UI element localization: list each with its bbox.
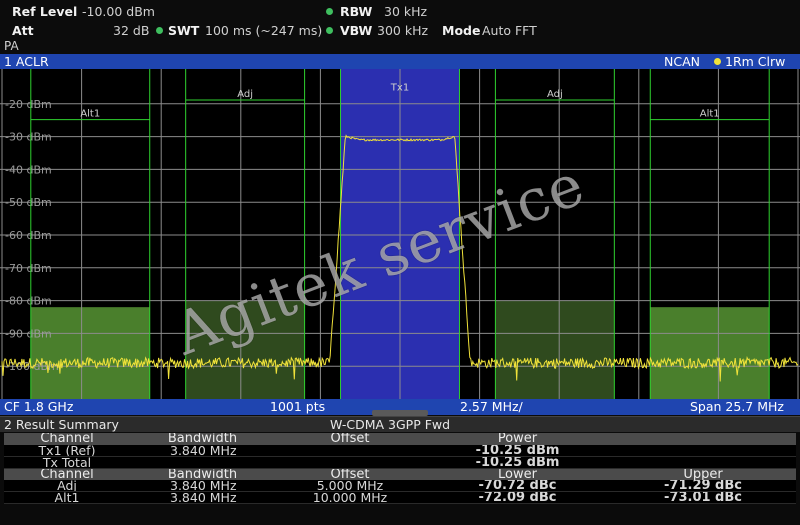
rbw-label[interactable]: RBW: [340, 4, 372, 19]
offset-cell: 5.000 MHz: [275, 479, 425, 492]
offset-cell: [275, 444, 425, 457]
span-value[interactable]: Span 25.7 MHz: [690, 399, 784, 414]
sweep-points[interactable]: 1001 pts: [270, 399, 325, 414]
channel-label: Alt1: [80, 109, 100, 120]
mode-value[interactable]: Auto FFT: [482, 23, 537, 38]
empty-cell: [610, 456, 796, 469]
upper-aclr-cell: -73.01 dBc: [610, 491, 796, 504]
window-2-titlebar[interactable]: 2 Result Summary W-CDMA 3GPP Fwd: [0, 416, 800, 432]
mode-label[interactable]: Mode: [442, 23, 480, 38]
table-row: Tx1 (Ref) 3.840 MHz -10.25 dBm: [4, 444, 796, 457]
adj-channel-band: [495, 300, 615, 400]
vbw-status-icon: [326, 27, 333, 34]
channel-label: Alt1: [700, 109, 720, 120]
swt-label[interactable]: SWT: [168, 23, 199, 38]
frequency-per-division: 2.57 MHz/: [460, 399, 523, 414]
y-tick-label: -90 dBm: [5, 327, 52, 340]
att-value[interactable]: 32 dB: [113, 23, 149, 38]
column-header: Offset: [275, 433, 425, 445]
swt-status-icon: [156, 27, 163, 34]
empty-cell: [610, 444, 796, 457]
trace-mode-label[interactable]: 1Rm Clrw: [725, 54, 785, 69]
channel-cell: Tx1 (Ref): [4, 444, 130, 457]
upper-aclr-cell: -71.29 dBc: [610, 479, 796, 492]
channel-label: Adj: [547, 89, 563, 100]
bandwidth-cell: [130, 456, 275, 469]
channel-cell: Alt1: [4, 491, 130, 504]
channel-cell: Adj: [4, 479, 130, 492]
standard-name: W-CDMA 3GPP Fwd: [330, 417, 451, 432]
window-2-title: 2 Result Summary: [4, 417, 119, 432]
channel-label: Tx1: [390, 82, 409, 93]
offset-cell: 10.000 MHz: [275, 491, 425, 504]
column-header: [610, 433, 796, 445]
table-row: Tx Total -10.25 dBm: [4, 456, 796, 469]
window-1-titlebar[interactable]: 1 ACLR NCAN 1Rm Clrw: [0, 54, 800, 69]
column-header: Channel: [4, 468, 130, 480]
ncan-label: NCAN: [664, 54, 700, 69]
rbw-value[interactable]: 30 kHz: [384, 4, 427, 19]
y-tick-label: -70 dBm: [5, 262, 52, 275]
y-tick-label: -60 dBm: [5, 229, 52, 242]
bandwidth-cell: 3.840 MHz: [130, 444, 275, 457]
table-row: Adj 3.840 MHz 5.000 MHz -70.72 dBc -71.2…: [4, 479, 796, 492]
center-frequency[interactable]: CF 1.8 GHz: [4, 399, 73, 414]
ref-level-value[interactable]: -10.00 dBm: [82, 4, 155, 19]
vbw-value[interactable]: 300 kHz: [377, 23, 428, 38]
channel-cell: Tx Total: [4, 456, 130, 469]
alt-channel-band: [650, 307, 770, 400]
offset-cell: [275, 456, 425, 469]
y-tick-label: -30 dBm: [5, 131, 52, 144]
y-tick-label: -80 dBm: [5, 295, 52, 308]
swt-value[interactable]: 100 ms (~247 ms): [205, 23, 322, 38]
lower-aclr-cell: -70.72 dBc: [425, 479, 610, 492]
column-header: Bandwidth: [130, 433, 275, 445]
y-tick-label: -40 dBm: [5, 163, 52, 176]
window-1-title: 1 ACLR: [4, 54, 49, 69]
table-row: Alt1 3.840 MHz 10.000 MHz -72.09 dBc -73…: [4, 491, 796, 504]
power-cell: -10.25 dBm: [425, 456, 610, 469]
alt-channel-band: [30, 307, 150, 400]
ref-level-label[interactable]: Ref Level: [12, 4, 77, 19]
lower-aclr-cell: -72.09 dBc: [425, 491, 610, 504]
y-tick-label: -20 dBm: [5, 98, 52, 111]
column-header: Channel: [4, 433, 130, 445]
att-label[interactable]: Att: [12, 23, 34, 38]
trace-1-indicator-icon: [714, 58, 721, 65]
adjacent-header-row: Channel Bandwidth Offset Lower Upper: [4, 468, 796, 480]
column-header: Offset: [275, 468, 425, 480]
vbw-label[interactable]: VBW: [340, 23, 372, 38]
column-header: Upper: [610, 468, 796, 480]
power-cell: -10.25 dBm: [425, 444, 610, 457]
input-tag: PA: [4, 39, 19, 53]
settings-header: Ref Level -10.00 dBm RBW 30 kHz Att 32 d…: [0, 0, 800, 54]
result-summary-table: Channel Bandwidth Offset Power Tx1 (Ref)…: [4, 433, 796, 504]
column-header: Bandwidth: [130, 468, 275, 480]
column-header: Lower: [425, 468, 610, 480]
channel-label: Adj: [237, 89, 253, 100]
column-header: Power: [425, 433, 610, 445]
y-tick-label: -50 dBm: [5, 196, 52, 209]
bandwidth-cell: 3.840 MHz: [130, 491, 275, 504]
rbw-status-icon: [326, 8, 333, 15]
tx-header-row: Channel Bandwidth Offset Power: [4, 433, 796, 445]
bandwidth-cell: 3.840 MHz: [130, 479, 275, 492]
